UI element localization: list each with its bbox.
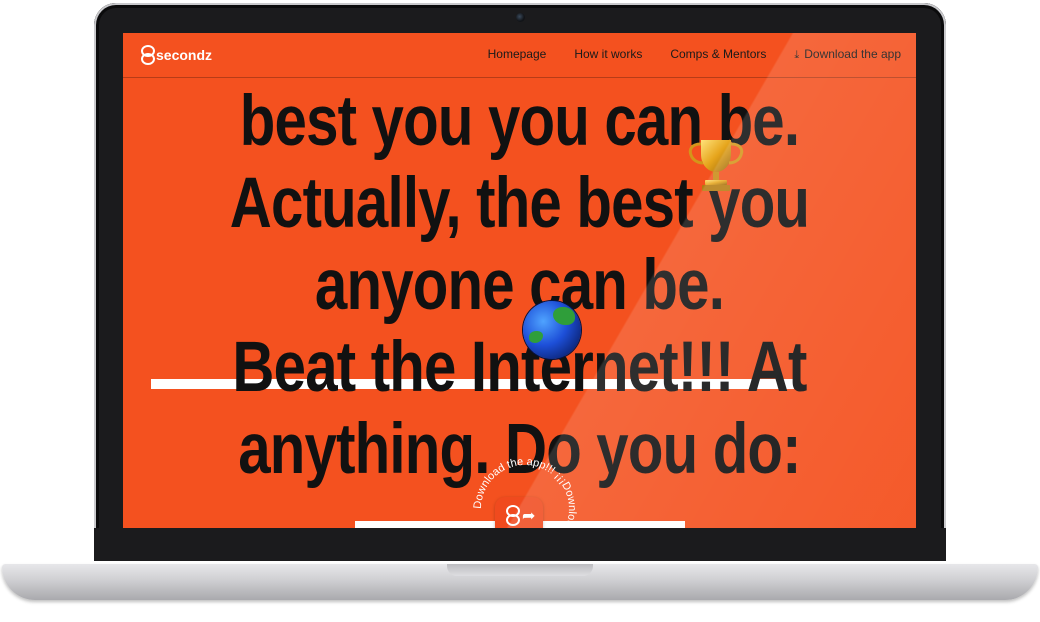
globe-icon	[523, 301, 581, 359]
nav-download-app[interactable]: ⤓ Download the app	[794, 47, 901, 62]
top-navigation: secondz Homepage How it works Comps & Me…	[123, 33, 916, 78]
nav-how-it-works[interactable]: How it works	[574, 47, 642, 62]
download-app-button[interactable]: ➦	[495, 497, 543, 528]
hero-line-2: Actually, the best you	[229, 164, 810, 243]
site-logo[interactable]: secondz	[140, 44, 212, 66]
hero-line-4: Beat the Internet!!! At	[232, 328, 807, 407]
hero-line-1: best you you can be.	[239, 82, 800, 161]
nav-comps-mentors[interactable]: Comps & Mentors	[670, 47, 766, 62]
camera-icon	[516, 13, 525, 22]
download-icon: ⤓	[794, 49, 800, 61]
nav-homepage[interactable]: Homepage	[488, 47, 547, 62]
nav-download-label: Download the app	[804, 47, 901, 61]
hero-line-3: anyone can be.	[314, 246, 725, 325]
laptop-chin	[94, 528, 946, 561]
logo-text: secondz	[156, 47, 213, 63]
website-screen: secondz Homepage How it works Comps & Me…	[123, 33, 916, 528]
trophy-icon	[688, 140, 744, 191]
laptop-notch	[447, 564, 593, 576]
nav-links: Homepage How it works Comps & Mentors ⤓ D…	[488, 47, 901, 62]
8-infinity-icon	[140, 45, 155, 65]
8-infinity-icon	[505, 505, 520, 527]
share-arrow-icon: ➦	[522, 506, 536, 525]
